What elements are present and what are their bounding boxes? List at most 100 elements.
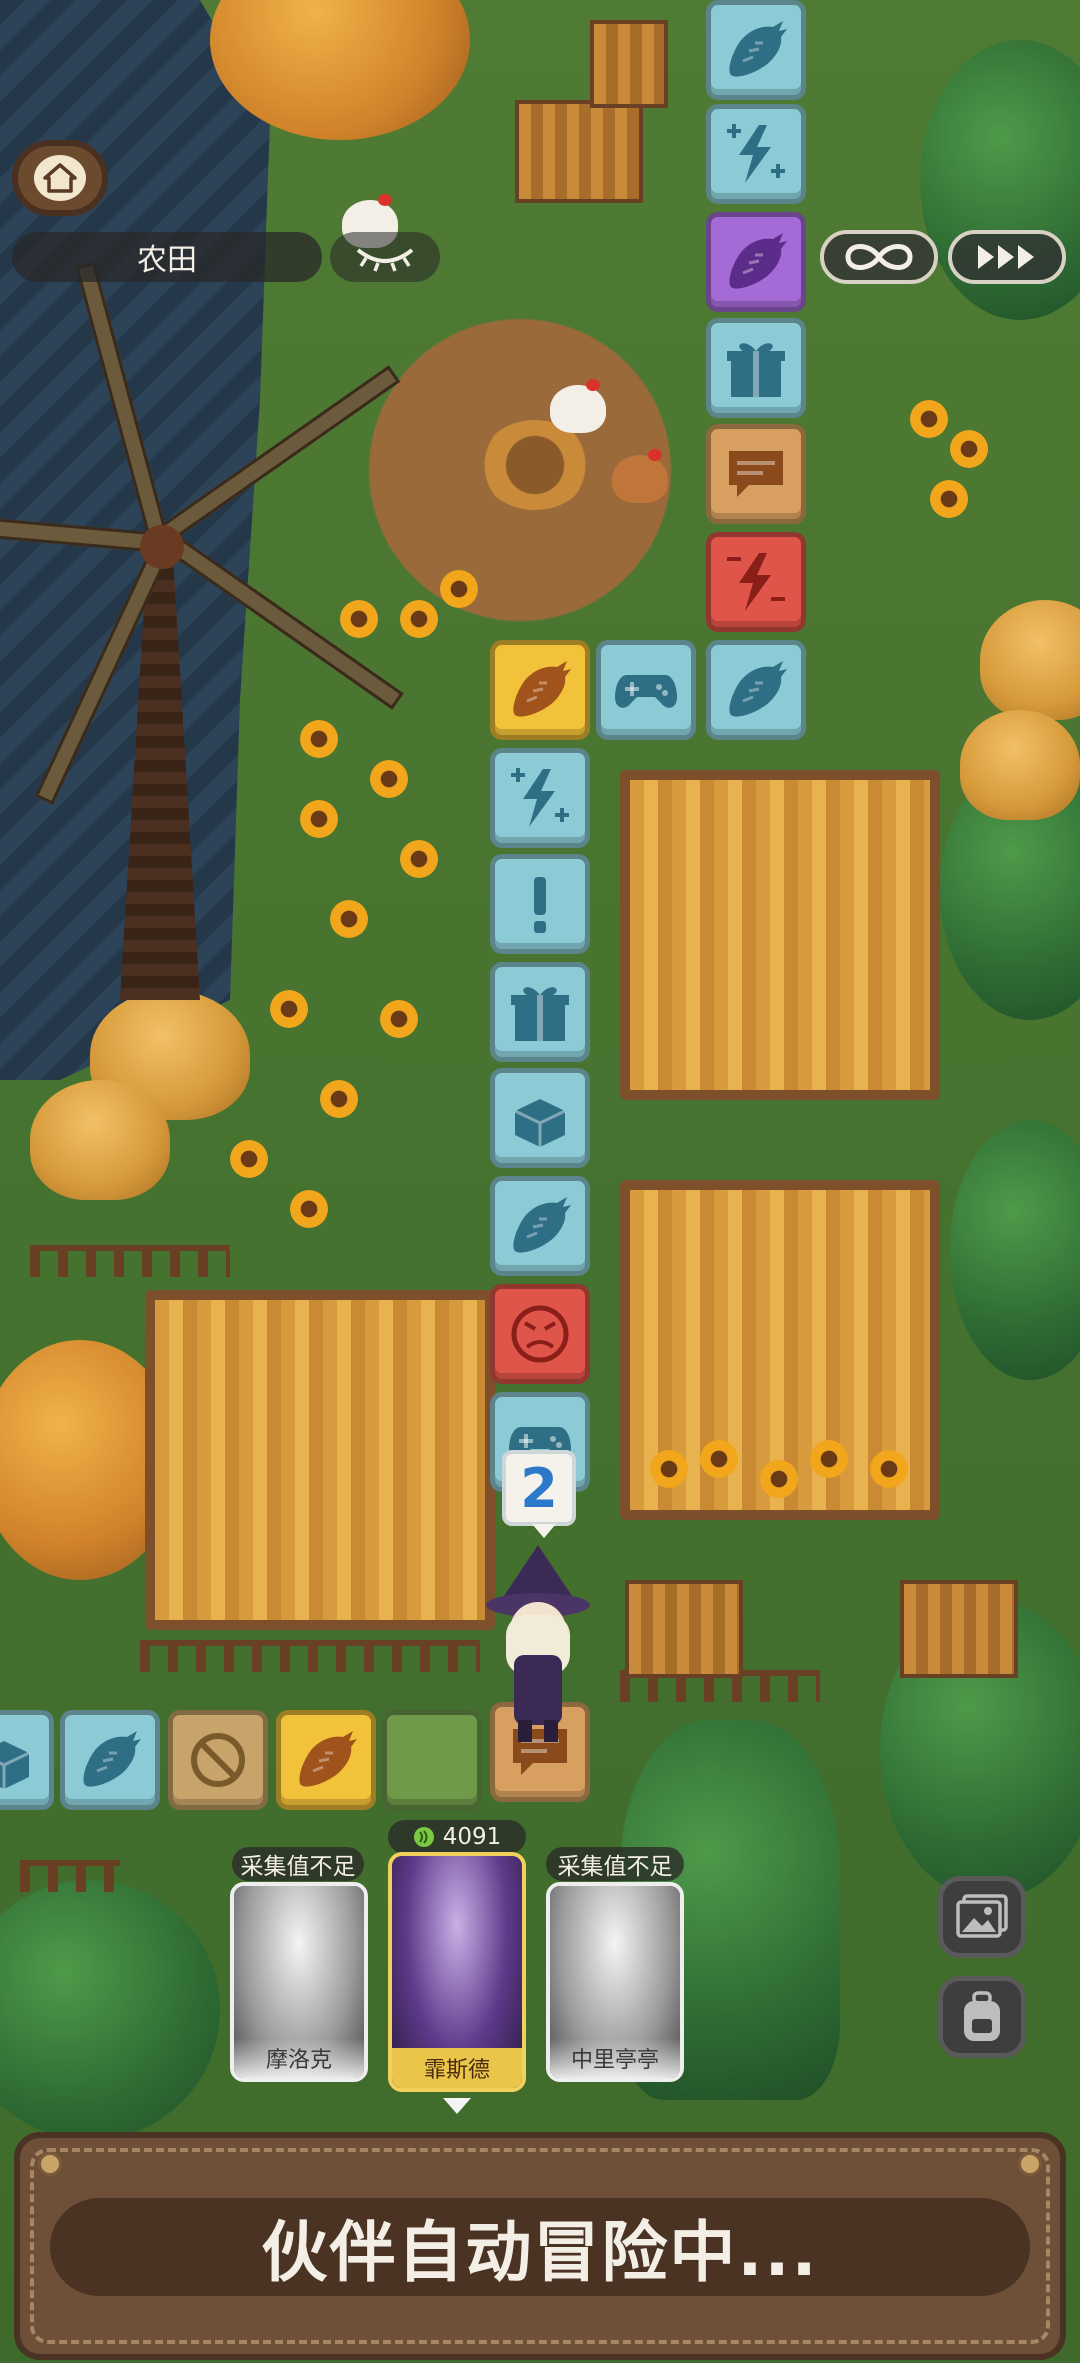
gather-icon <box>413 1827 434 1847</box>
carrot-icon <box>299 1731 357 1787</box>
home-button[interactable] <box>12 140 108 216</box>
carrot-icon <box>729 233 787 289</box>
board-tile-gift <box>706 318 806 418</box>
companion-name: 中里亭亭 <box>550 2038 680 2078</box>
carrot-icon <box>729 21 787 77</box>
companion-name: 霏斯德 <box>392 2048 522 2088</box>
windmill <box>0 261 404 1000</box>
sunflower <box>320 1080 358 1118</box>
board-tile-carrot <box>706 0 806 100</box>
energy-plus-icon <box>511 768 569 827</box>
box-icon <box>514 1099 566 1147</box>
sunflower <box>700 1440 738 1478</box>
sunflower <box>230 1140 268 1178</box>
sunflower <box>370 760 408 798</box>
gallery-icon <box>956 1894 1008 1938</box>
sunflower <box>340 600 378 638</box>
gift-icon <box>727 343 785 397</box>
card-status-tag: 采集值不足 <box>232 1847 364 1881</box>
crate <box>590 20 668 108</box>
crate <box>625 1580 743 1678</box>
sunflower <box>300 720 338 758</box>
energy-minus-icon <box>727 553 785 611</box>
angry-face-icon <box>511 1305 569 1363</box>
gamepad-icon <box>615 675 677 708</box>
board-tile-energy-minus <box>706 532 806 632</box>
backpack-icon <box>964 1991 1000 2041</box>
auto-play-button[interactable] <box>820 230 938 284</box>
backpack-button[interactable] <box>938 1976 1026 2058</box>
sunflower <box>870 1450 908 1488</box>
board-tile-gift <box>490 962 590 1062</box>
carrot-icon <box>513 661 571 717</box>
wheat-field <box>145 1290 495 1630</box>
crate <box>515 100 643 203</box>
sunflower <box>650 1450 688 1488</box>
sunflower <box>440 570 478 608</box>
board-tile-angry-face <box>490 1284 590 1384</box>
companion-card-feisde[interactable]: 霏斯德 <box>388 1852 526 2092</box>
crate <box>900 1580 1018 1678</box>
nest <box>480 420 590 510</box>
sunflower <box>290 1190 328 1228</box>
fence <box>30 1245 230 1277</box>
haystack <box>960 710 1080 820</box>
board-tile-energy-plus <box>706 104 806 204</box>
sunflower <box>910 400 948 438</box>
board-tile-carrot <box>490 640 590 740</box>
companion-card-nakazato[interactable]: 中里亭亭 <box>546 1882 684 2082</box>
board-tile-chat <box>706 424 806 524</box>
board-tile-box <box>0 1710 54 1810</box>
auto-adventure-status: 伙伴自动冒险中... <box>50 2198 1030 2296</box>
collect-value: 4091 <box>442 1824 502 1850</box>
collect-value-badge: 4091 <box>388 1820 526 1854</box>
board-tile-blocked <box>168 1710 268 1810</box>
sunflower <box>270 990 308 1028</box>
card-status-tag: 采集值不足 <box>546 1847 684 1881</box>
exclamation-icon <box>534 877 546 933</box>
board-tile-energy-plus <box>490 748 590 848</box>
board-tile-box <box>490 1068 590 1168</box>
speed-button[interactable] <box>948 230 1066 284</box>
sunflower <box>930 480 968 518</box>
player-character <box>478 1545 598 1745</box>
sunflower <box>300 800 338 838</box>
sunflower <box>330 900 368 938</box>
carrot-icon <box>513 1197 571 1253</box>
fence <box>140 1640 480 1672</box>
fast-forward-icon <box>978 245 1034 269</box>
sunflower <box>810 1440 848 1478</box>
sunflower <box>380 1000 418 1038</box>
dice-roll-badge: 2 <box>502 1450 576 1538</box>
board-tile-carrot <box>60 1710 160 1810</box>
auto-adventure-banner: 伙伴自动冒险中... <box>14 2132 1066 2360</box>
board-tile-gamepad <box>596 640 696 740</box>
chicken <box>550 379 606 433</box>
hide-ui-button[interactable] <box>330 232 440 282</box>
tree <box>0 1880 220 2140</box>
eye-closed-icon <box>356 248 414 272</box>
infinity-icon <box>845 244 913 270</box>
chat-icon <box>729 451 783 497</box>
location-name: 农田 <box>12 232 322 282</box>
home-icon <box>43 163 77 193</box>
energy-plus-icon <box>727 124 785 183</box>
tree <box>950 1120 1080 1380</box>
board-tile-blank <box>382 1710 482 1810</box>
haystack <box>30 1080 170 1200</box>
box-icon <box>0 1741 30 1789</box>
selected-indicator <box>443 2098 471 2114</box>
gallery-button[interactable] <box>938 1876 1026 1958</box>
gift-icon <box>511 987 569 1041</box>
sunflower <box>950 430 988 468</box>
companion-card-moloc[interactable]: 摩洛克 <box>230 1882 368 2082</box>
blank-icon <box>399 1727 465 1793</box>
chicken <box>612 449 668 503</box>
fence <box>20 1860 120 1892</box>
sunflower <box>400 600 438 638</box>
board-tile-carrot <box>706 640 806 740</box>
haystack <box>980 600 1080 720</box>
board-tile-exclamation <box>490 854 590 954</box>
carrot-icon <box>729 661 787 717</box>
companion-name: 摩洛克 <box>234 2038 364 2078</box>
